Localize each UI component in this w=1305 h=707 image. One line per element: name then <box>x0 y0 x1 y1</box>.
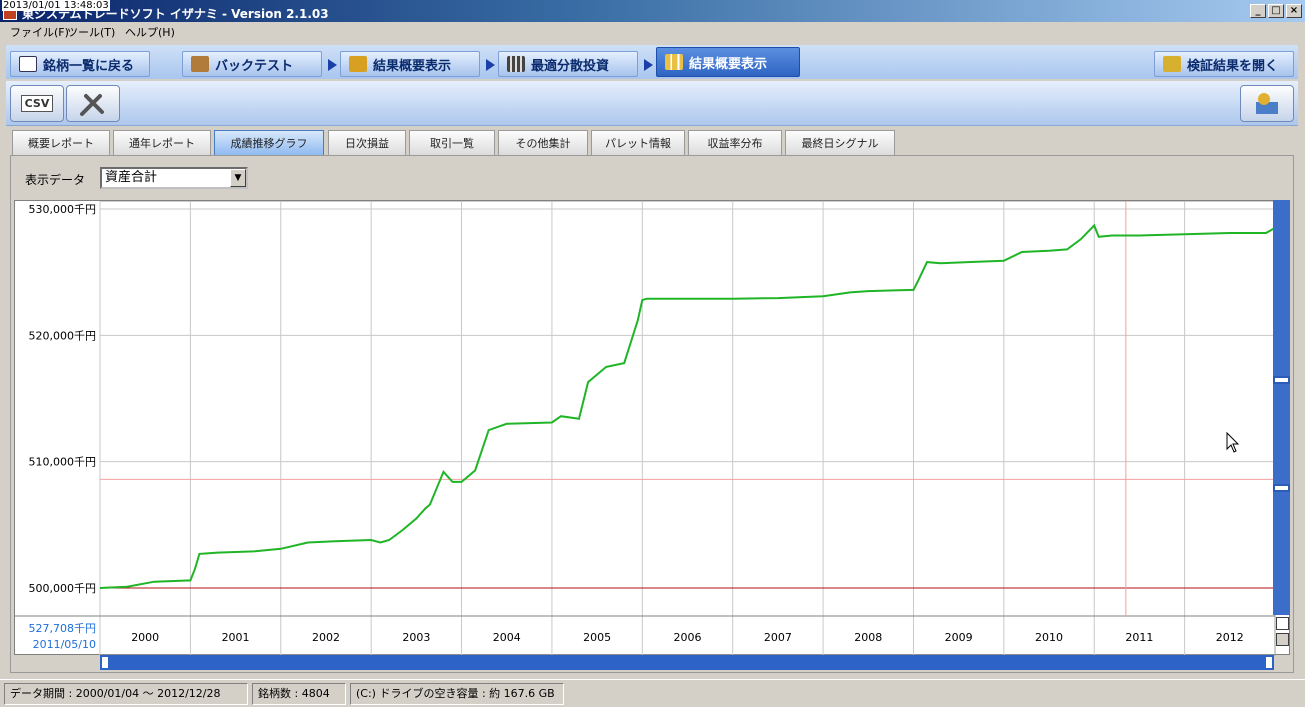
x-tick-label: 2007 <box>764 631 792 644</box>
corner-controls <box>1276 617 1290 653</box>
nav-label: バックテスト <box>215 58 294 74</box>
scroll-handle-right[interactable] <box>1266 657 1272 668</box>
tab-pallet-info[interactable]: パレット情報 <box>591 130 685 155</box>
display-data-label: 表示データ <box>25 173 86 187</box>
nav-label: 最適分散投資 <box>531 58 610 74</box>
mouse-cursor-icon <box>1226 431 1240 453</box>
nav-result-summary[interactable]: 結果概要表示 <box>340 51 480 77</box>
clock-overlay: 2013/01/01 13:48:03 <box>2 0 110 11</box>
x-tick-label: 2004 <box>493 631 521 644</box>
open-result-button[interactable]: 検証結果を開く <box>1154 51 1294 77</box>
cursor-date: 2011/05/10 <box>32 638 96 651</box>
nav-label: 結果概要表示 <box>373 58 452 74</box>
step-arrow-icon <box>328 59 337 71</box>
x-tick-label: 2010 <box>1035 631 1063 644</box>
money-icon <box>1256 92 1278 114</box>
step-arrow-icon <box>644 59 653 71</box>
tab-other-stats[interactable]: その他集計 <box>498 130 588 155</box>
nav-optimal-portfolio[interactable]: 最適分散投資 <box>498 51 638 77</box>
display-data-value: 資産合計 <box>105 170 158 185</box>
status-stock-count: 銘柄数 : 4804 <box>252 683 346 705</box>
tab-performance-graph[interactable]: 成績推移グラフ <box>214 130 324 155</box>
x-tick-label: 2003 <box>402 631 430 644</box>
cursor-readout: 527,708千円 2011/05/10 <box>14 621 97 653</box>
scroll-handle-bottom[interactable] <box>1273 484 1290 492</box>
x-tick-label: 2005 <box>583 631 611 644</box>
eye-icon <box>19 56 37 72</box>
chevron-down-icon[interactable]: ▼ <box>230 169 246 187</box>
maximize-button[interactable]: □ <box>1268 4 1284 18</box>
status-bar: データ期間 : 2000/01/04 〜 2012/12/28 銘柄数 : 48… <box>0 679 1305 707</box>
nav-label: 銘柄一覧に戻る <box>43 58 135 74</box>
step-arrow-icon <box>486 59 495 71</box>
display-data-select[interactable]: 資産合計 ▼ <box>100 167 248 189</box>
y-tick-label: 530,000千円 <box>29 203 97 216</box>
nav-back-to-list[interactable]: 銘柄一覧に戻る <box>10 51 150 77</box>
status-disk-space: (C:) ドライブの空き容量 : 約 167.6 GB <box>350 683 564 705</box>
calculator-icon <box>507 56 525 72</box>
x-tick-label: 2011 <box>1125 631 1153 644</box>
menu-bar: ファイル(F) ツール(T) ヘルプ(H) <box>0 22 1305 40</box>
menu-file[interactable]: ファイル(F) <box>10 24 69 40</box>
y-tick-label: 520,000千円 <box>29 329 97 342</box>
close-button[interactable]: × <box>1286 4 1302 18</box>
csv-export-button[interactable]: CSV <box>10 85 64 122</box>
bar-chart-icon <box>665 54 683 70</box>
title-bar: 東システムトレードソフト イザナミ - Version 2.1.03 2013/… <box>0 0 1305 22</box>
tools-icon <box>80 93 104 116</box>
scroll-handle-left[interactable] <box>102 657 108 668</box>
x-tick-label: 2012 <box>1216 631 1244 644</box>
menu-tools[interactable]: ツール(T) <box>67 24 115 40</box>
corner-button[interactable] <box>1276 633 1289 646</box>
nav-result-summary-active[interactable]: 結果概要表示 <box>656 47 800 77</box>
equity-series-line <box>99 223 1276 589</box>
chart-icon <box>349 56 367 72</box>
tab-trade-list[interactable]: 取引一覧 <box>409 130 495 155</box>
chart-svg: 2000 2001 2002 2003 2004 2005 2006 2007 2008 2009… <box>15 200 1276 656</box>
tab-daily-pnl[interactable]: 日次損益 <box>328 130 406 155</box>
minimize-button[interactable]: _ <box>1250 4 1266 18</box>
sub-tab-bar: 概要レポート 通年レポート 成績推移グラフ 日次損益 取引一覧 その他集計 パレ… <box>12 130 1302 155</box>
scroll-handle-top[interactable] <box>1273 376 1290 384</box>
vertical-scrollbar[interactable] <box>1273 200 1290 615</box>
cursor-value: 527,708千円 <box>28 622 97 635</box>
nav-label: 検証結果を開く <box>1187 58 1279 74</box>
nav-label: 結果概要表示 <box>689 56 768 72</box>
y-tick-label: 510,000千円 <box>29 456 97 469</box>
x-tick-label: 2002 <box>312 631 340 644</box>
plot-frame <box>99 200 1276 656</box>
status-period: データ期間 : 2000/01/04 〜 2012/12/28 <box>4 683 248 705</box>
settings-button[interactable] <box>66 85 120 122</box>
tab-annual-report[interactable]: 通年レポート <box>113 130 211 155</box>
open-result-icon <box>1163 56 1181 72</box>
x-tick-label: 2009 <box>945 631 973 644</box>
x-tick-label: 2008 <box>854 631 882 644</box>
money-report-button[interactable] <box>1240 85 1294 122</box>
toolbar: CSV <box>6 81 1298 126</box>
x-tick-label: 2001 <box>222 631 250 644</box>
x-tick-label: 2006 <box>674 631 702 644</box>
nav-backtest[interactable]: バックテスト <box>182 51 322 77</box>
tab-summary-report[interactable]: 概要レポート <box>12 130 110 155</box>
x-tick-label: 2000 <box>131 631 159 644</box>
nav-bar: 銘柄一覧に戻る バックテスト 結果概要表示 最適分散投資 結果概要表示 検証結果… <box>6 45 1298 79</box>
y-tick-label: 500,000千円 <box>29 582 97 595</box>
csv-icon: CSV <box>20 95 54 112</box>
bag-icon <box>191 56 209 72</box>
horizontal-scrollbar[interactable] <box>100 655 1274 670</box>
performance-chart[interactable]: 2000 2001 2002 2003 2004 2005 2006 2007 2008 2009… <box>14 200 1290 656</box>
tab-return-distribution[interactable]: 収益率分布 <box>688 130 782 155</box>
tab-last-day-signal[interactable]: 最終日シグナル <box>785 130 895 155</box>
corner-checkbox[interactable] <box>1276 617 1289 630</box>
menu-help[interactable]: ヘルプ(H) <box>125 24 175 40</box>
